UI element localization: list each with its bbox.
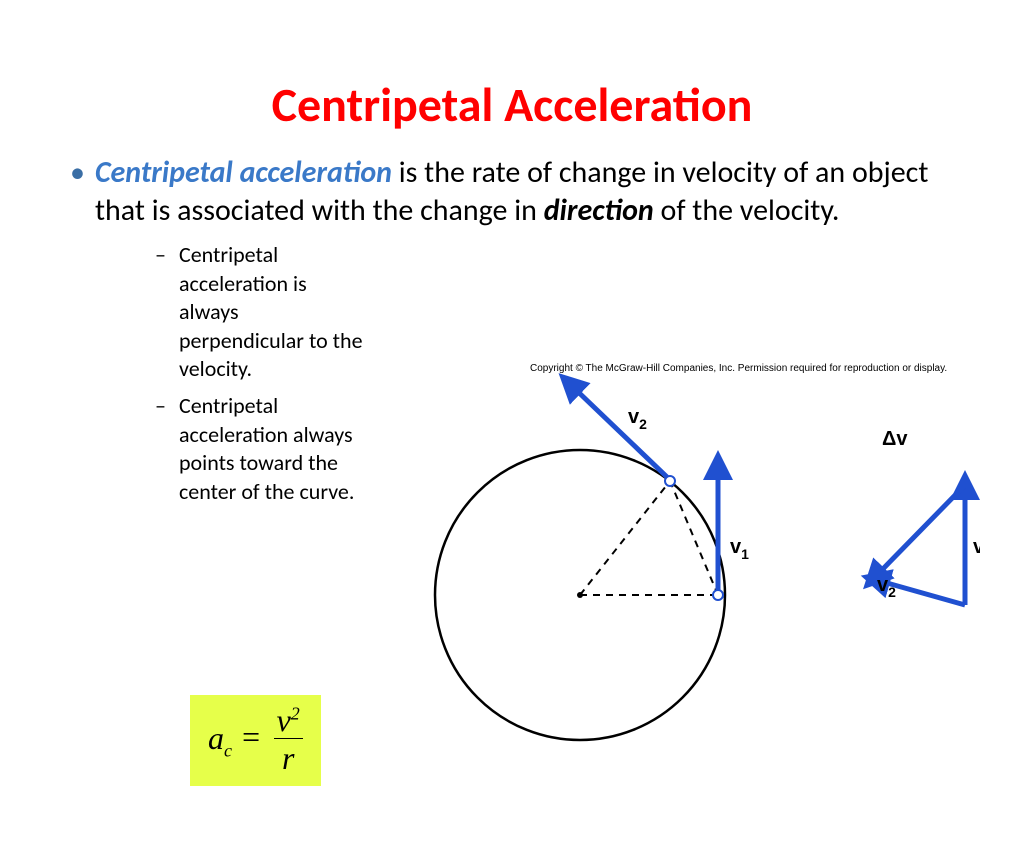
svg-text:v2: v2	[628, 406, 647, 432]
sub-bullet-list: Centripetal acceleration is always perpe…	[155, 241, 365, 506]
sub-bullet-1: Centripetal acceleration is always perpe…	[155, 241, 365, 384]
sub-bullet-2: Centripetal acceleration always points t…	[155, 392, 365, 506]
svg-text:v1: v1	[730, 536, 749, 562]
formula-a: a	[208, 720, 224, 756]
svg-text:v2: v2	[877, 574, 896, 600]
slide-title: Centripetal Acceleration	[0, 75, 1024, 134]
label-tri-v1-main: v	[973, 536, 980, 558]
label-dv-delta: Δ	[882, 428, 896, 450]
formula-r: r	[274, 739, 303, 777]
velocity-diagram: v1 v2 Δv v1 v2	[380, 355, 980, 815]
bullet-bold-direction: direction	[544, 192, 654, 229]
formula-2-sup: 2	[291, 703, 300, 723]
formula-equals: =	[232, 719, 270, 755]
formula-c-sub: c	[224, 740, 232, 760]
svg-text:v1: v1	[973, 536, 980, 562]
label-v2-sub: 2	[639, 416, 647, 432]
term-centripetal: Centripetal acceleration	[95, 154, 392, 191]
formula-centripetal-acceleration: ac = v2 r	[190, 695, 321, 786]
bullet-text-end: of the velocity.	[654, 192, 840, 229]
label-tri-v2-sub: 2	[888, 584, 896, 600]
svg-text:Δv: Δv	[882, 428, 908, 450]
formula-v: v	[277, 702, 291, 738]
label-dv-v: v	[896, 428, 908, 450]
label-v1-sub: 1	[741, 546, 749, 562]
